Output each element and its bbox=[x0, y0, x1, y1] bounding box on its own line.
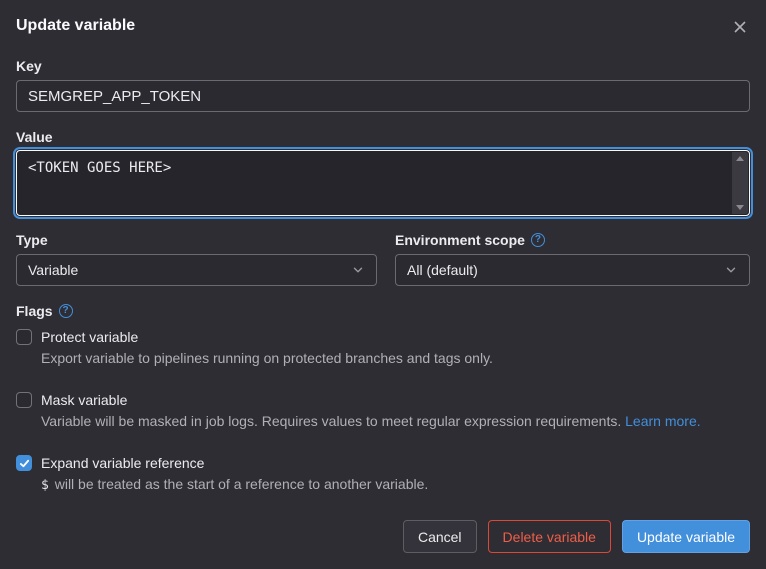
chevron-down-icon bbox=[351, 263, 365, 277]
chevron-down-icon bbox=[724, 263, 738, 277]
modal-footer: Cancel Delete variable Update variable bbox=[16, 520, 750, 553]
key-field-group: Key bbox=[16, 37, 750, 112]
learn-more-link[interactable]: Learn more. bbox=[625, 413, 700, 429]
protect-variable-checkbox[interactable] bbox=[16, 329, 32, 345]
type-field-group: Type Variable bbox=[16, 216, 377, 286]
value-textarea-wrap: <TOKEN GOES HERE> bbox=[16, 150, 750, 216]
expand-variable-row: Expand variable reference $ will be trea… bbox=[16, 454, 750, 496]
scroll-down-icon[interactable] bbox=[736, 205, 744, 210]
value-label: Value bbox=[16, 129, 750, 145]
environment-field-group: Environment scope ? All (default) bbox=[395, 216, 750, 286]
expand-variable-label[interactable]: Expand variable reference bbox=[41, 454, 428, 472]
update-variable-button[interactable]: Update variable bbox=[622, 520, 750, 553]
mask-variable-description: Variable will be masked in job logs. Req… bbox=[41, 411, 701, 431]
type-select[interactable]: Variable bbox=[16, 254, 377, 286]
mask-variable-label[interactable]: Mask variable bbox=[41, 391, 701, 409]
scroll-up-icon[interactable] bbox=[736, 156, 744, 161]
value-textarea[interactable]: <TOKEN GOES HERE> bbox=[17, 151, 749, 215]
protect-variable-row: Protect variable Export variable to pipe… bbox=[16, 328, 750, 368]
dollar-code: $ bbox=[41, 478, 51, 493]
flags-group: Flags ? Protect variable Export variable… bbox=[16, 286, 750, 496]
textarea-scrollbar[interactable] bbox=[732, 152, 748, 214]
cancel-button[interactable]: Cancel bbox=[403, 520, 477, 553]
key-input[interactable] bbox=[16, 80, 750, 112]
close-button[interactable] bbox=[730, 17, 750, 37]
type-label: Type bbox=[16, 232, 377, 248]
mask-variable-checkbox[interactable] bbox=[16, 392, 32, 408]
close-icon bbox=[732, 19, 748, 35]
mask-variable-description-text: Variable will be masked in job logs. Req… bbox=[41, 413, 621, 429]
protect-variable-label[interactable]: Protect variable bbox=[41, 328, 493, 346]
flags-help-icon[interactable]: ? bbox=[59, 304, 73, 318]
protect-variable-description: Export variable to pipelines running on … bbox=[41, 348, 493, 368]
environment-selected-value: All (default) bbox=[407, 262, 478, 278]
environment-label: Environment scope ? bbox=[395, 232, 750, 248]
type-selected-value: Variable bbox=[28, 262, 78, 278]
environment-help-icon[interactable]: ? bbox=[531, 233, 545, 247]
flags-label-text: Flags bbox=[16, 303, 53, 319]
key-label: Key bbox=[16, 58, 750, 74]
expand-variable-description: $ will be treated as the start of a refe… bbox=[41, 474, 428, 496]
expand-variable-description-text: will be treated as the start of a refere… bbox=[55, 476, 429, 492]
mask-variable-row: Mask variable Variable will be masked in… bbox=[16, 391, 750, 431]
flags-label: Flags ? bbox=[16, 303, 750, 319]
type-environment-row: Type Variable Environment scope ? All (d… bbox=[16, 216, 750, 286]
modal-header: Update variable bbox=[16, 16, 750, 37]
environment-select[interactable]: All (default) bbox=[395, 254, 750, 286]
value-field-group: Value <TOKEN GOES HERE> bbox=[16, 112, 750, 216]
update-variable-modal: Update variable Key Value <TOKEN GOES HE… bbox=[0, 0, 766, 569]
expand-variable-checkbox[interactable] bbox=[16, 455, 32, 471]
check-icon bbox=[19, 458, 30, 469]
environment-label-text: Environment scope bbox=[395, 232, 525, 248]
modal-title: Update variable bbox=[16, 16, 135, 36]
delete-variable-button[interactable]: Delete variable bbox=[488, 520, 611, 553]
